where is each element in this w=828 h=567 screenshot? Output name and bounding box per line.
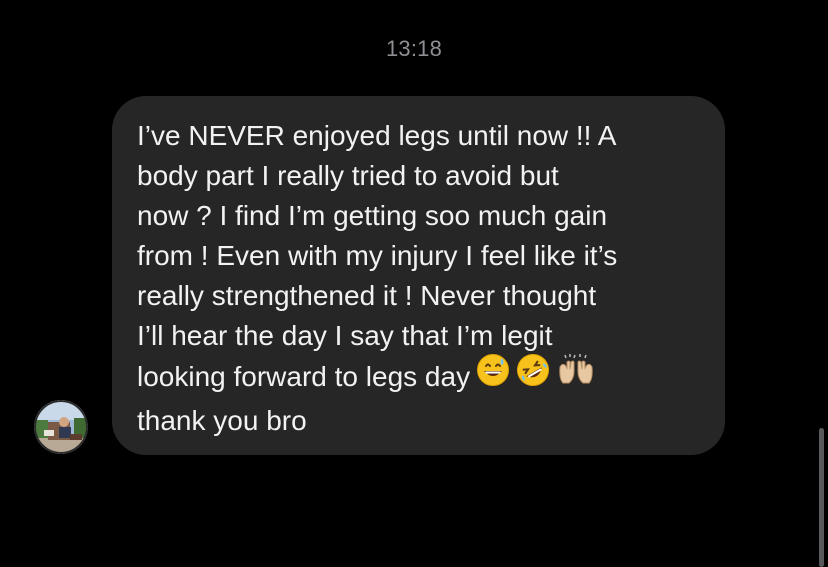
message-line-with-emojis: looking forward to legs day (137, 353, 701, 401)
sender-avatar[interactable] (34, 400, 88, 454)
rolling-on-floor-laughing-icon (516, 353, 550, 398)
message-line: really strengthened it ! Never thought (137, 280, 597, 311)
message-line: now ? I find I’m getting soo much gain (137, 200, 608, 231)
message-line: looking forward to legs day (137, 360, 471, 392)
message-line: body part I really tried to avoid but (137, 160, 559, 191)
message-timestamp: 13:18 (385, 36, 443, 61)
raising-hands-icon (556, 353, 596, 398)
message-line: from ! Even with my injury I feel like i… (137, 240, 618, 271)
avatar-photo-icon (34, 400, 88, 454)
emoji-group (476, 353, 602, 398)
message-line: thank you bro (137, 405, 307, 436)
message-text: I’ve NEVER enjoyed legs until now !! A b… (137, 116, 701, 441)
scrollbar[interactable] (819, 428, 824, 567)
message-bubble[interactable]: I’ve NEVER enjoyed legs until now !! A b… (112, 96, 725, 455)
message-line: I’ve NEVER enjoyed legs until now !! A (137, 120, 617, 151)
message-line: I’ll hear the day I say that I’m legit (137, 320, 553, 351)
chat-screen: 13:18 I’ve NEVER enjoyed legs until now … (0, 0, 828, 567)
grinning-face-with-sweat-icon (476, 353, 510, 398)
